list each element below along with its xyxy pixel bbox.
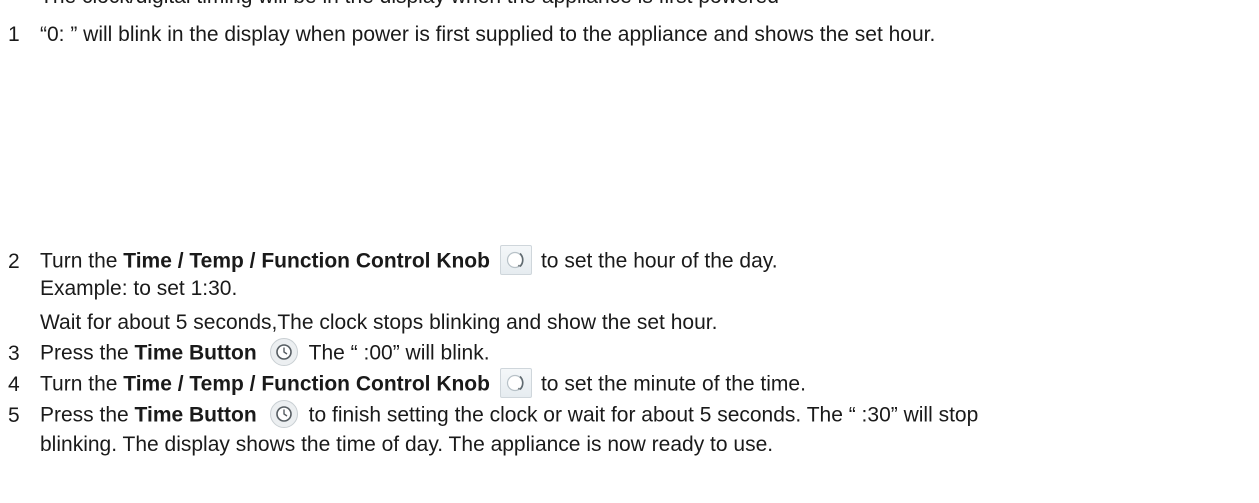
step-text: Press the: [40, 403, 135, 427]
step-2: 2 Turn the Time / Temp / Function Control…: [0, 245, 778, 277]
step-2-wait: Wait for about 5 seconds,The clock stops…: [0, 310, 717, 336]
step-number: 5: [8, 403, 20, 427]
cut-off-top-line: The clock/digital timing will be in the …: [0, 0, 779, 10]
step-text-end: to set the hour of the day.: [540, 249, 778, 273]
time-button-icon: [269, 337, 299, 367]
step-text: Press the: [40, 341, 135, 365]
time-button-label: Time Button: [134, 403, 257, 427]
time-button-label: Time Button: [134, 341, 257, 365]
step-3: 3 Press the Time Button The “ :00” will b…: [0, 337, 490, 369]
control-knob-label: Time / Temp / Function Control Knob: [123, 249, 490, 273]
step-text: Turn the: [40, 372, 124, 396]
step-number: 3: [8, 341, 20, 365]
step-text-end: to finish setting the clock or wait for …: [308, 403, 979, 427]
control-knob-label: Time / Temp / Function Control Knob: [123, 372, 490, 396]
step-number: 1: [8, 23, 20, 46]
step-5-continued: blinking. The display shows the time of …: [0, 432, 773, 458]
step-4: 4 Turn the Time / Temp / Function Control…: [0, 368, 806, 400]
control-knob-icon: [499, 245, 532, 275]
step-5: 5 Press the Time Button to finish setting…: [0, 399, 979, 431]
step-2-example: Example: to set 1:30.: [0, 276, 237, 302]
continuation-text: blinking. The display shows the time of …: [40, 433, 774, 456]
top-partial-text: The clock/digital timing will be in the …: [40, 0, 779, 8]
wait-text: Wait for about 5 seconds,The clock stops…: [40, 311, 718, 334]
step-text-end: The “ :00” will blink.: [308, 341, 490, 365]
time-button-icon: [269, 399, 299, 429]
step-text: Turn the: [40, 249, 124, 273]
step-number: 4: [8, 372, 20, 396]
step-number: 2: [8, 249, 20, 273]
step-1: 1 “0: ” will blink in the display when po…: [0, 22, 935, 48]
example-text: Example: to set 1:30.: [40, 277, 238, 300]
control-knob-icon: [499, 368, 532, 398]
step-text-end: to set the minute of the time.: [540, 372, 806, 396]
step-text: “0: ” will blink in the display when pow…: [40, 23, 936, 46]
